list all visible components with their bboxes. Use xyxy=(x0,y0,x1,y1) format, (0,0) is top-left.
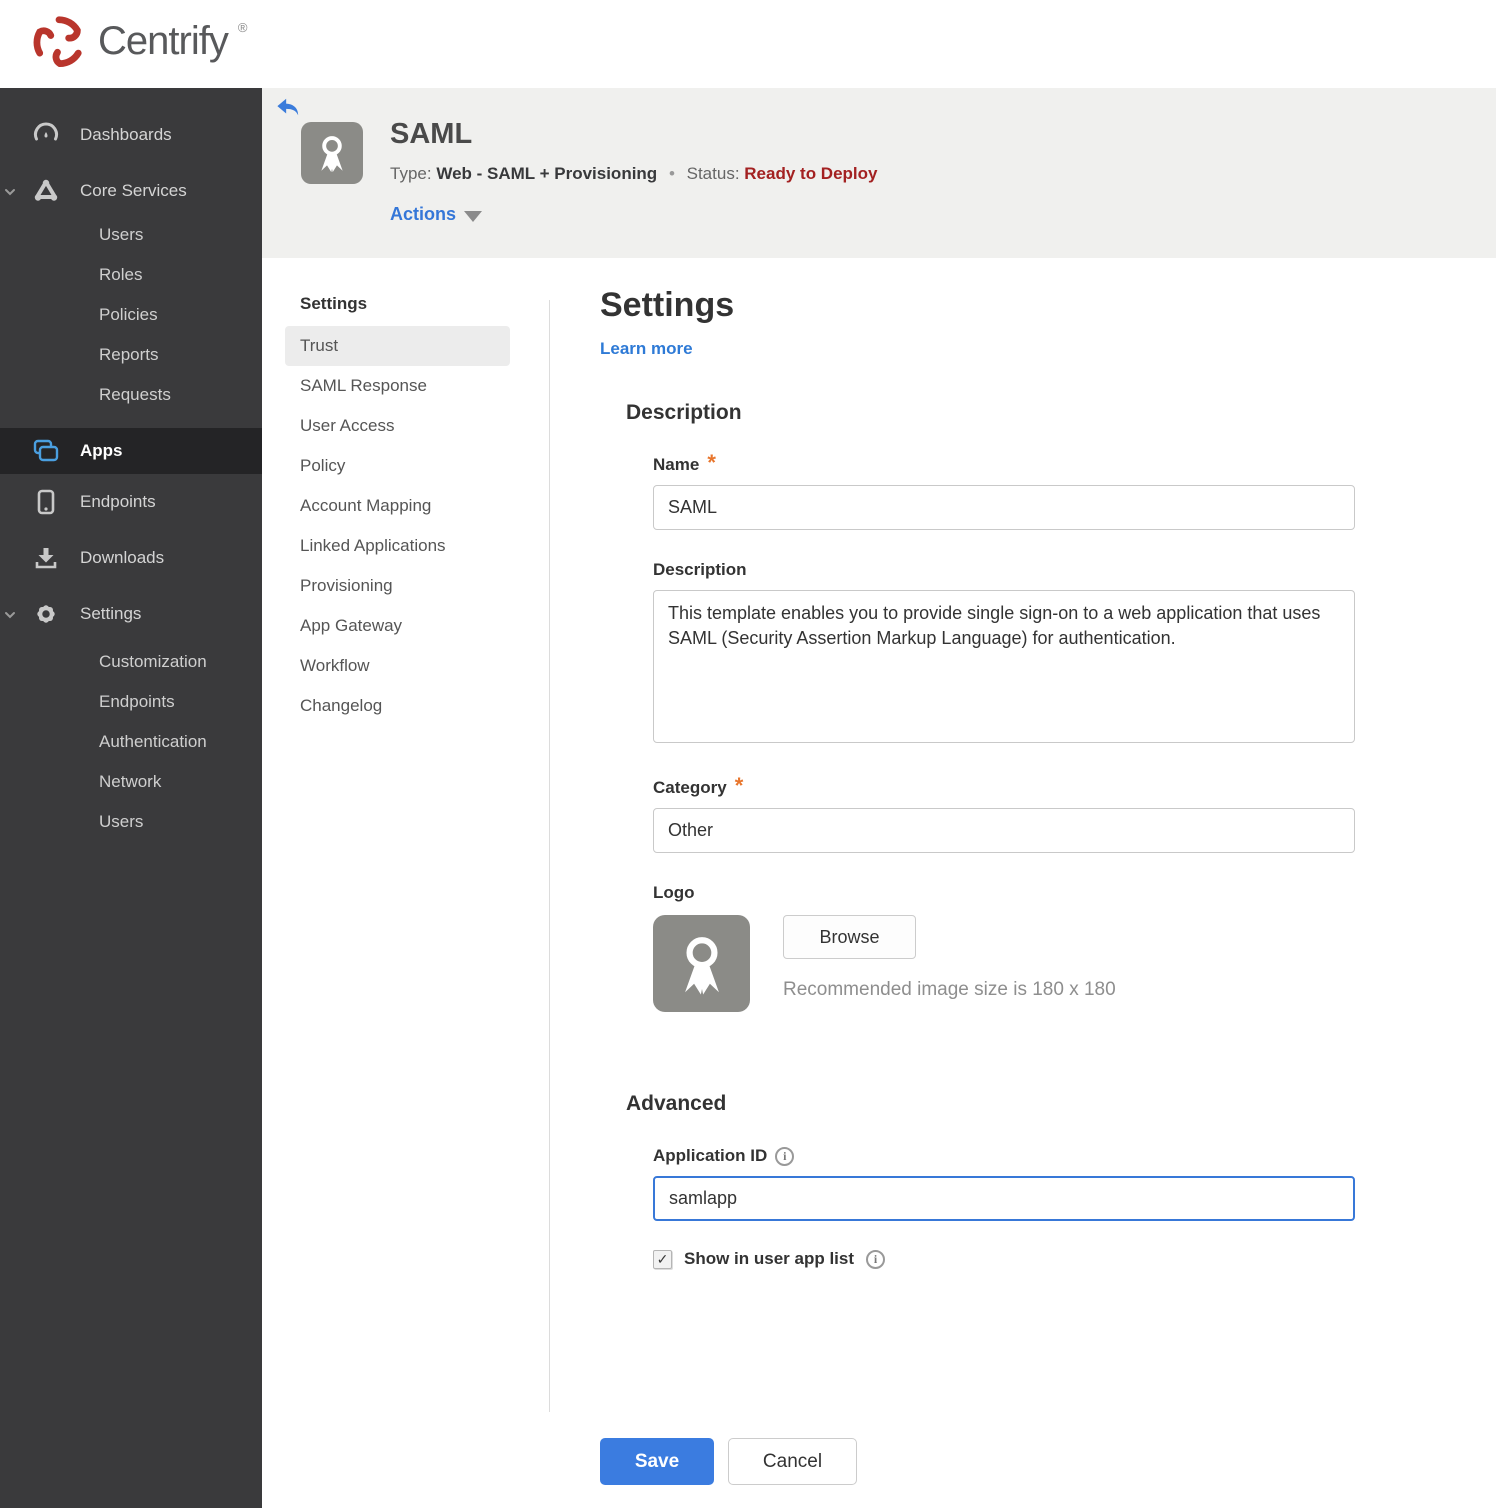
application-id-input[interactable] xyxy=(653,1176,1355,1221)
sidebar-item-dashboards[interactable]: Dashboards xyxy=(0,111,262,159)
description-textarea[interactable]: This template enables you to provide sin… xyxy=(653,590,1355,743)
brand-name: Centrify xyxy=(98,19,229,63)
ribbon-award-icon xyxy=(684,936,719,994)
show-in-app-list-label: Show in user app list xyxy=(684,1249,855,1268)
separator-dot: • xyxy=(668,164,675,183)
ribbon-award-icon xyxy=(321,136,343,173)
application-id-label-row: Application ID i xyxy=(653,1146,1360,1166)
info-icon[interactable]: i xyxy=(775,1146,795,1166)
subnav-item-user-access[interactable]: User Access xyxy=(285,406,510,446)
sidebar-nav: Dashboards Core Services Users Roles Pol… xyxy=(0,88,262,1508)
type-label: Type: xyxy=(390,164,432,183)
subnav-item-app-gateway[interactable]: App Gateway xyxy=(285,606,510,646)
required-marker: * xyxy=(707,450,716,475)
app-meta-line: Type: Web - SAML + Provisioning • Status… xyxy=(390,164,877,184)
sidebar-item-endpoints-settings[interactable]: Endpoints xyxy=(0,682,262,722)
page: Centrify ® Dashboards Core Services User… xyxy=(0,0,1496,1508)
mobile-device-icon xyxy=(33,489,59,515)
registered-mark: ® xyxy=(237,20,248,35)
chevron-down-icon[interactable] xyxy=(3,607,17,621)
logo-label-text: Logo xyxy=(653,883,695,902)
logo-size-hint: Recommended image size is 180 x 180 xyxy=(783,979,1116,1000)
category-label: Category xyxy=(653,778,727,797)
app-tile-logo xyxy=(301,122,363,184)
sidebar-item-label: Downloads xyxy=(80,548,165,567)
required-marker: * xyxy=(734,773,744,798)
logo-row: Browse Recommended image size is 180 x 1… xyxy=(653,915,1360,1012)
chevron-down-icon[interactable] xyxy=(3,184,17,198)
app-subnav: Settings Trust SAML Response User Access… xyxy=(285,294,510,726)
page-title: Settings xyxy=(600,286,735,324)
status-badge: Ready to Deploy xyxy=(744,164,878,183)
sidebar-item-core-services[interactable]: Core Services xyxy=(0,167,262,215)
subnav-item-changelog[interactable]: Changelog xyxy=(285,686,510,726)
form-footer: Save Cancel xyxy=(600,1438,857,1485)
description-label-text: Description xyxy=(653,560,747,579)
top-brand-bar: Centrify ® xyxy=(0,0,1496,88)
sidebar-item-label: Endpoints xyxy=(80,492,156,511)
actions-label: Actions xyxy=(390,204,457,224)
app-title: SAML xyxy=(390,118,473,150)
sidebar-item-label: Core Services xyxy=(80,181,187,200)
info-icon[interactable]: i xyxy=(866,1249,886,1269)
type-value: Web - SAML + Provisioning xyxy=(436,164,658,183)
back-arrow-icon[interactable] xyxy=(276,96,300,118)
status-label: Status: xyxy=(686,164,740,183)
show-in-app-list-row: ✓ Show in user app list i xyxy=(653,1249,1360,1269)
browse-button[interactable]: Browse xyxy=(783,915,916,959)
show-in-app-list-checkbox[interactable]: ✓ xyxy=(653,1249,672,1269)
vertical-divider xyxy=(549,300,550,1412)
cancel-button[interactable]: Cancel xyxy=(728,1438,857,1485)
app-header: SAML Type: Web - SAML + Provisioning • S… xyxy=(262,88,1496,258)
sidebar-item-label: Settings xyxy=(80,604,142,623)
subnav-heading: Settings xyxy=(300,294,368,313)
sidebar-item-authentication[interactable]: Authentication xyxy=(0,722,262,762)
sidebar-item-users-settings[interactable]: Users xyxy=(0,802,262,842)
centrify-swirl-icon xyxy=(30,12,88,75)
sidebar-item-requests[interactable]: Requests xyxy=(0,375,262,415)
save-button[interactable]: Save xyxy=(600,1438,714,1485)
sidebar-item-users[interactable]: Users xyxy=(0,215,262,255)
subnav-item-workflow[interactable]: Workflow xyxy=(285,646,510,686)
description-label: Description xyxy=(653,560,1360,580)
name-input[interactable] xyxy=(653,485,1355,530)
dashboard-gauge-icon xyxy=(33,122,59,148)
sidebar-item-reports[interactable]: Reports xyxy=(0,335,262,375)
category-input[interactable] xyxy=(653,808,1355,853)
sidebar-item-label: Apps xyxy=(80,441,123,460)
download-icon xyxy=(33,545,59,571)
app-logo-preview xyxy=(653,915,750,1012)
subnav-item-linked-applications[interactable]: Linked Applications xyxy=(285,526,510,566)
learn-more-link[interactable]: Learn more xyxy=(600,339,693,359)
subnav-item-provisioning[interactable]: Provisioning xyxy=(285,566,510,606)
subnav-item-account-mapping[interactable]: Account Mapping xyxy=(285,486,510,526)
content-area: Settings Trust SAML Response User Access… xyxy=(262,258,1496,1508)
category-label-row: Category * xyxy=(653,773,1360,798)
gear-icon xyxy=(33,601,59,627)
sidebar-item-policies[interactable]: Policies xyxy=(0,295,262,335)
application-id-label: Application ID xyxy=(653,1146,768,1165)
core-services-icon xyxy=(33,178,59,204)
subnav-item-saml-response[interactable]: SAML Response xyxy=(285,366,510,406)
settings-form: Settings Learn more Description Name * D… xyxy=(600,258,1360,1269)
sidebar-item-apps[interactable]: Apps xyxy=(0,428,262,474)
sidebar-item-endpoints[interactable]: Endpoints xyxy=(0,474,262,530)
sidebar-item-roles[interactable]: Roles xyxy=(0,255,262,295)
caret-down-icon xyxy=(464,210,483,222)
advanced-section-heading: Advanced xyxy=(626,1092,727,1115)
centrify-logo: Centrify ® xyxy=(30,12,247,75)
name-label: Name xyxy=(653,455,700,474)
name-label-row: Name * xyxy=(653,450,1360,475)
sidebar-item-network[interactable]: Network xyxy=(0,762,262,802)
subnav-item-policy[interactable]: Policy xyxy=(285,446,510,486)
description-section-heading: Description xyxy=(626,401,742,424)
sidebar-item-settings[interactable]: Settings xyxy=(0,586,262,642)
actions-dropdown[interactable]: Actions xyxy=(390,204,483,225)
sidebar-item-label: Dashboards xyxy=(80,125,172,144)
sidebar-item-downloads[interactable]: Downloads xyxy=(0,530,262,586)
subnav-item-trust[interactable]: Trust xyxy=(285,326,510,366)
apps-icon xyxy=(33,438,59,464)
logo-label: Logo xyxy=(653,883,1360,903)
sidebar-item-customization[interactable]: Customization xyxy=(0,642,262,682)
